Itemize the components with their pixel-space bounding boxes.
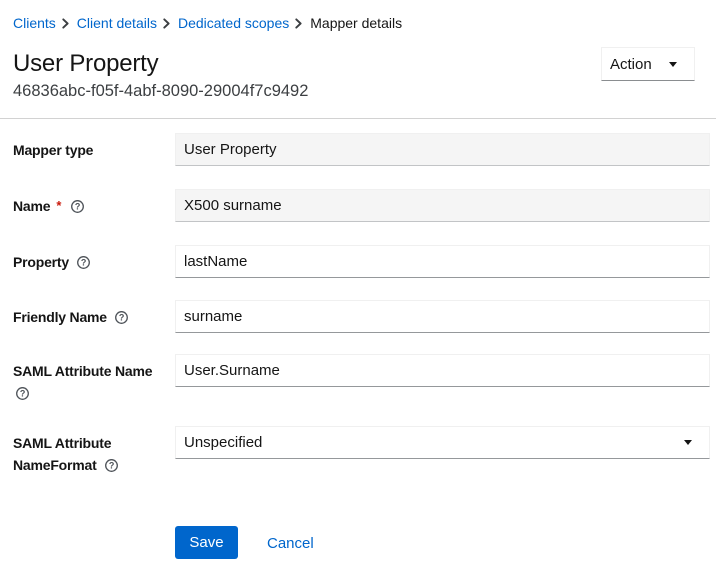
svg-text:?: ? (108, 460, 113, 470)
svg-text:?: ? (81, 257, 86, 267)
svg-text:?: ? (20, 388, 25, 398)
svg-text:?: ? (75, 201, 80, 211)
svg-text:?: ? (119, 312, 124, 322)
